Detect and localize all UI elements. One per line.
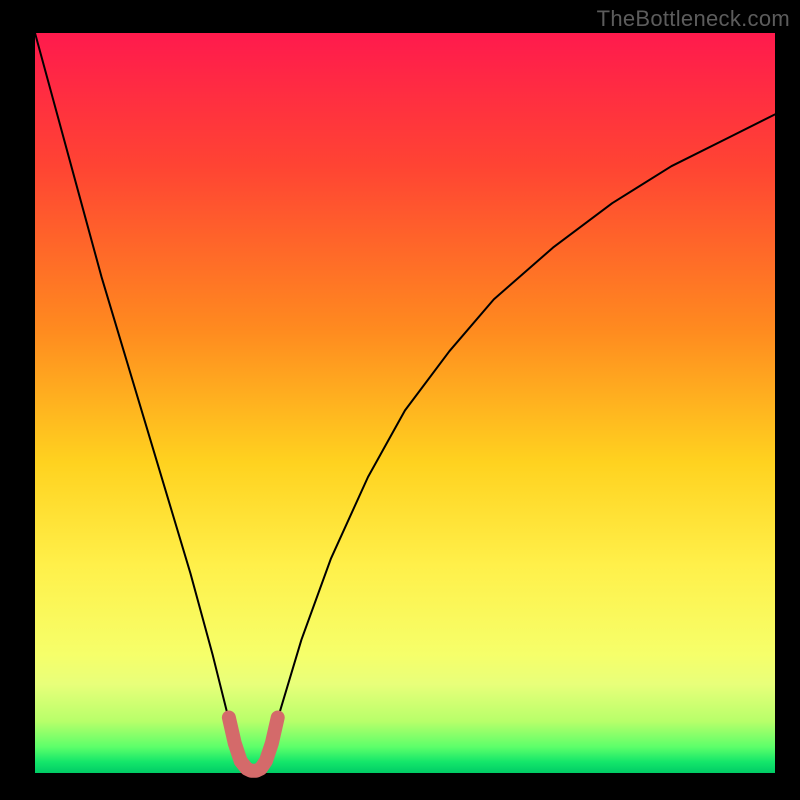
chart-svg — [0, 0, 800, 800]
watermark-text: TheBottleneck.com — [597, 6, 790, 32]
chart-stage: TheBottleneck.com — [0, 0, 800, 800]
plot-background — [35, 33, 775, 773]
